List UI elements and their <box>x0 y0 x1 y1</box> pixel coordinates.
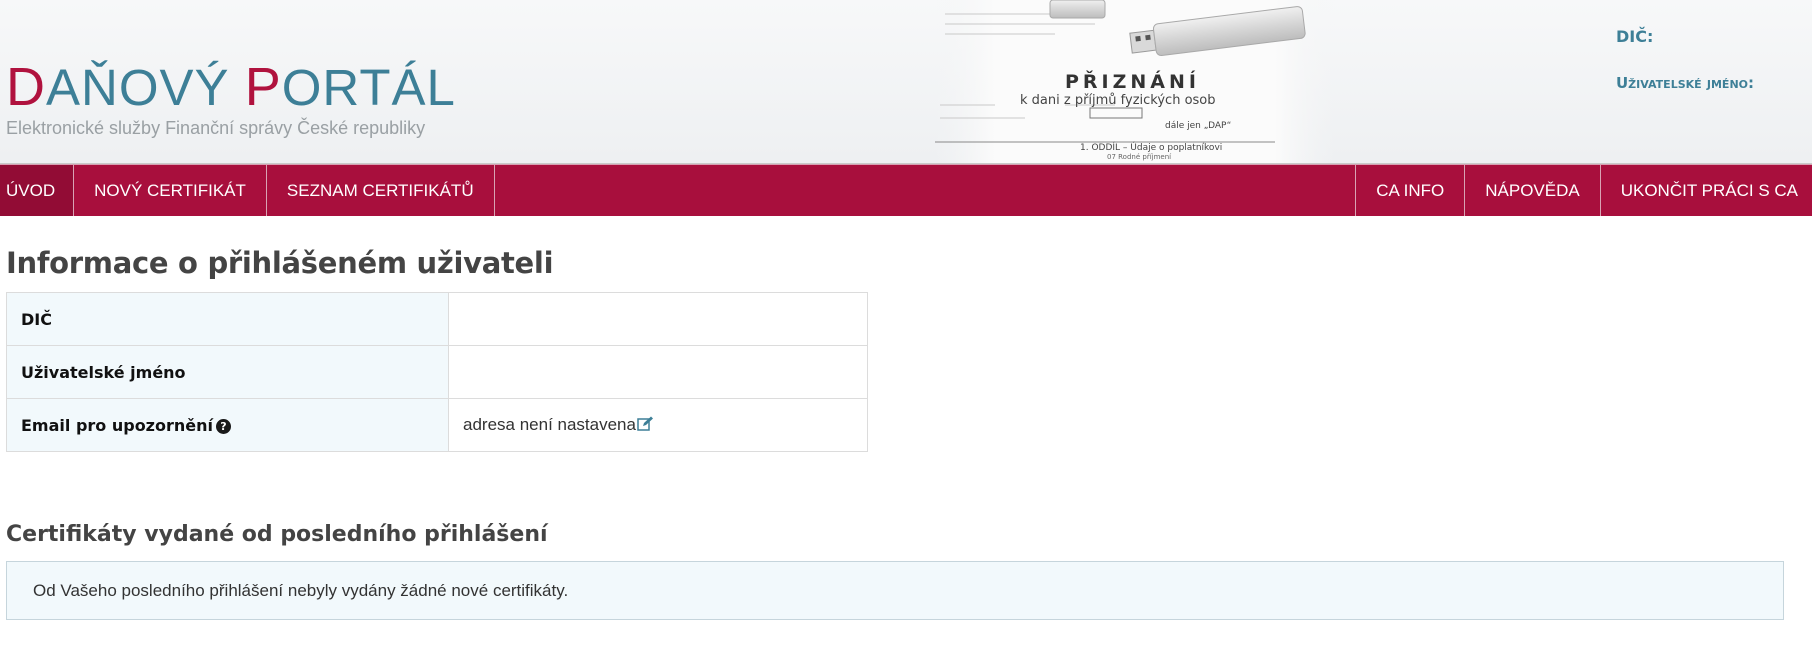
logo-letter-d: D <box>6 57 46 117</box>
nav-item-napoveda[interactable]: NÁPOVĚDA <box>1464 165 1599 216</box>
nav-item-ukoncit-praci[interactable]: UKONČIT PRÁCI S CA <box>1599 165 1812 216</box>
page-title: Informace o přihlášeném uživateli <box>6 246 554 280</box>
user-info-panel: DIČ: Uživatelské jméno: <box>1616 27 1754 120</box>
nav-item-uvod[interactable]: ÚVOD <box>0 165 75 216</box>
table-row: Uživatelské jméno <box>6 345 868 399</box>
header: DAŇOVÝ PORTÁL Elektronické služby Finanč… <box>0 0 1812 164</box>
certs-notice: Od Vašeho posledního přihlášení nebyly v… <box>6 561 1784 620</box>
art-text-line4: 07 Rodné příjmení <box>1107 153 1172 161</box>
row-label-email: Email pro upozornění <box>21 415 213 435</box>
table-row: DIČ <box>6 292 868 346</box>
logo-text-2: ORTÁL <box>281 59 456 116</box>
logo-subtitle: Elektronické služby Finanční správy Česk… <box>6 118 426 138</box>
portal-logo[interactable]: DAŇOVÝ PORTÁL Elektronické služby Finanč… <box>6 60 456 139</box>
header-username-label: Uživatelské jméno: <box>1616 74 1754 92</box>
art-text-line2: dále jen „DAP“ <box>1165 121 1231 131</box>
nav-right: CA INFO NÁPOVĚDA UKONČIT PRÁCI S CA <box>1355 165 1812 216</box>
question-circle-icon[interactable]: ? <box>216 418 231 434</box>
nav-item-ca-info[interactable]: CA INFO <box>1355 165 1464 216</box>
main-content: Informace o přihlášeném uživateli DIČ Už… <box>0 216 1812 620</box>
row-label-dic: DIČ <box>6 292 449 346</box>
logo-title: DAŇOVÝ PORTÁL <box>6 60 456 114</box>
row-value-dic <box>448 292 868 346</box>
table-row: Email pro upozornění? adresa není nastav… <box>6 398 868 452</box>
row-value-username <box>448 345 868 399</box>
certs-section-title: Certifikáty vydané od posledního přihláš… <box>6 522 548 547</box>
header-dic-label: DIČ: <box>1616 27 1654 46</box>
email-value: adresa není nastavena <box>463 414 636 434</box>
edit-pencil-icon[interactable] <box>637 416 654 436</box>
nav-left: ÚVOD NOVÝ CERTIFIKÁT SEZNAM CERTIFIKÁTŮ <box>0 165 495 216</box>
logo-letter-p: P <box>244 57 282 117</box>
main-navigation: ÚVOD NOVÝ CERTIFIKÁT SEZNAM CERTIFIKÁTŮ … <box>0 164 1812 216</box>
art-text-line3: 1. ODDÍL – Údaje o poplatníkovi <box>1080 141 1222 153</box>
logo-text-1: AŇOVÝ <box>46 59 245 116</box>
art-text-heading: PŘIZNÁNÍ <box>1065 70 1200 93</box>
user-info-table: DIČ Uživatelské jméno Email pro upozorně… <box>6 292 868 452</box>
row-label-email-cell: Email pro upozornění? <box>6 398 449 452</box>
nav-item-novy-certifikat[interactable]: NOVÝ CERTIFIKÁT <box>74 165 267 216</box>
art-text-line1: k dani z příjmů fyzických osob <box>1020 93 1216 108</box>
row-label-username: Uživatelské jméno <box>6 345 449 399</box>
tax-form-usb-illustration: PŘIZNÁNÍ k dani z příjmů fyzických osob … <box>935 0 1335 163</box>
nav-item-seznam-certifikatu[interactable]: SEZNAM CERTIFIKÁTŮ <box>267 165 495 216</box>
row-value-email-cell: adresa není nastavena <box>448 398 868 452</box>
